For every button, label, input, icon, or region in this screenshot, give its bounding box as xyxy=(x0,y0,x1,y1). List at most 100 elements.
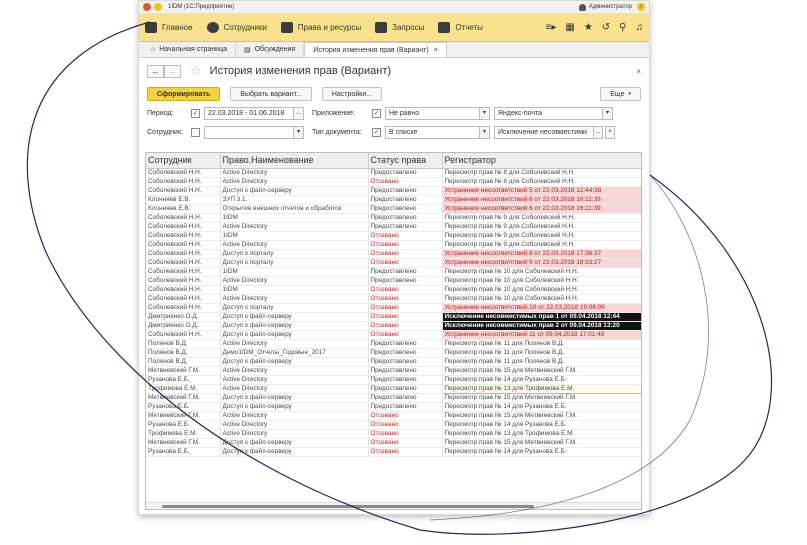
cell-right[interactable]: Active Directory xyxy=(220,384,369,394)
settings-button[interactable]: Настройки... xyxy=(321,87,382,101)
cell-status[interactable]: Предоставлено xyxy=(368,384,443,394)
chevron-down-icon[interactable]: ▾ xyxy=(603,107,613,120)
table-row[interactable]: Дмитриенко О.Д. Доступ к файл-серверу Отоз… xyxy=(146,312,641,322)
menu-item-rights[interactable]: Права и ресурсы xyxy=(280,22,361,33)
cell-right[interactable]: Открытие внешних отчетов и обработок xyxy=(220,204,369,214)
cell-right[interactable]: Доступ к файл-серверу xyxy=(220,438,369,448)
cell-status[interactable]: Отозвано xyxy=(368,438,443,448)
cell-status[interactable]: Предоставлено xyxy=(368,276,443,286)
cell-employee[interactable]: Соболевский Н.Н. xyxy=(146,276,221,286)
cell-employee[interactable]: Рузанова Е.Б. xyxy=(146,420,221,430)
cell-status[interactable]: Отозвано xyxy=(368,411,443,421)
cell-right[interactable]: Active Directory xyxy=(220,411,369,421)
cell-employee[interactable]: Клонняев Е.В. xyxy=(146,204,221,214)
table-row[interactable]: Полянов В.Д. Демо1IDM_Отчеты_Годовые_2017… xyxy=(146,348,641,358)
app-condition-field[interactable]: Не равно xyxy=(385,107,480,120)
menu-item-requests[interactable]: Запросы xyxy=(375,22,424,33)
cell-right[interactable]: Active Directory xyxy=(220,222,369,232)
table-row[interactable]: Соболевский Н.Н. Active Directory Предоста… xyxy=(146,222,641,232)
cell-right[interactable]: Доступ к порталу xyxy=(220,249,369,259)
cell-registrar[interactable]: Пересмотр прав № 10 для Соболевский Н.Н. xyxy=(442,276,641,286)
history-icon[interactable]: ↺ xyxy=(602,22,610,33)
menu-item-employees[interactable]: Сотрудники xyxy=(206,22,267,33)
cell-right[interactable]: Active Directory xyxy=(220,375,369,385)
cell-right[interactable]: Active Directory xyxy=(220,168,369,178)
cell-right[interactable]: 1IDM xyxy=(220,213,369,223)
table-row[interactable]: Соболевский Н.Н. Active Directory Отозвано… xyxy=(146,240,641,250)
chevron-down-icon[interactable]: ▾ xyxy=(294,126,304,139)
table-row[interactable]: Метвиевский Г.М. Доступ к файл-серверу Пре… xyxy=(146,393,641,403)
cell-status[interactable]: Отозвано xyxy=(368,321,443,331)
cell-status[interactable]: Предоставлено xyxy=(368,375,443,385)
cell-status[interactable]: Отозвано xyxy=(368,240,443,250)
table-row[interactable]: Метвиевский Г.М. Active Directory Предоста… xyxy=(146,366,641,376)
cell-employee[interactable]: Метвиевский Г.М. xyxy=(146,438,221,448)
cell-employee[interactable]: Соболевский Н.Н. xyxy=(146,222,221,232)
cell-employee[interactable]: Полянов В.Д. xyxy=(146,339,221,349)
cell-employee[interactable]: Трофимова Е.М. xyxy=(146,429,221,439)
table-row[interactable]: Соболевский Н.Н. Active Directory Предоста… xyxy=(146,168,641,178)
cell-status[interactable]: Предоставлено xyxy=(368,402,443,412)
cell-employee[interactable]: Соболевский Н.Н. xyxy=(146,168,221,178)
cell-right[interactable]: Доступ к файл-серверу xyxy=(220,402,369,412)
cell-registrar[interactable]: Устранение несоответствий 10 от 22.03.20… xyxy=(442,303,641,313)
cell-right[interactable]: Active Directory xyxy=(220,294,369,304)
cell-employee[interactable]: Метвиевский Г.М. xyxy=(146,366,221,376)
cell-employee[interactable]: Полянов В.Д. xyxy=(146,348,221,358)
doc-select-button[interactable]: ... xyxy=(594,126,603,139)
cell-right[interactable]: Доступ к порталу xyxy=(220,258,369,268)
cell-registrar[interactable]: Пересмотр прав № 11 для Полянов В.Д. xyxy=(442,357,641,367)
column-header-employee[interactable]: Сотрудник xyxy=(146,153,221,169)
cell-status[interactable]: Предоставлено xyxy=(368,357,443,367)
cell-status[interactable]: Отозвано xyxy=(368,249,443,259)
column-header-registrar[interactable]: Регистратор xyxy=(442,153,641,169)
cell-registrar[interactable]: Устранение несоответствий 6 от 22.03.201… xyxy=(442,204,641,214)
cell-status[interactable]: Отозвано xyxy=(368,312,443,322)
cell-employee[interactable]: Соболевский Н.Н. xyxy=(146,294,221,304)
cell-status[interactable]: Отозвано xyxy=(368,447,443,457)
table-row[interactable]: Трофимова Е.М. Active Directory Отозвано Пе… xyxy=(146,429,641,439)
employee-checkbox[interactable] xyxy=(191,128,200,137)
cell-right[interactable]: Active Directory xyxy=(220,429,369,439)
cell-registrar[interactable]: Пересмотр прав № 8 для Соболевский Н.Н. xyxy=(442,168,641,178)
cell-registrar[interactable]: Пересмотр прав № 10 для Соболевский Н.Н. xyxy=(442,285,641,295)
cell-employee[interactable]: Соболевский Н.Н. xyxy=(146,213,221,223)
cell-status[interactable]: Предоставлено xyxy=(368,213,443,223)
cell-status[interactable]: Отозвано xyxy=(368,303,443,313)
table-row[interactable]: Соболевский Н.Н. Active Directory Предоста… xyxy=(146,276,641,286)
search-icon[interactable]: ⚲ xyxy=(619,22,626,33)
cell-status[interactable]: Отозвано xyxy=(368,285,443,295)
cell-employee[interactable]: Соболевский Н.Н. xyxy=(146,330,221,340)
cell-right[interactable]: Доступ к файл-серверу xyxy=(220,321,369,331)
table-row[interactable]: Соболевский Н.Н. Доступ к порталу Отозвано… xyxy=(146,258,641,268)
cell-registrar[interactable]: Пересмотр прав № 11 для Полянов В.Д. xyxy=(442,348,641,358)
chevron-down-icon[interactable]: ▾ xyxy=(480,126,490,139)
cell-registrar[interactable]: Пересмотр прав № 14 для Рузанова Е.Б. xyxy=(442,402,641,412)
cell-registrar[interactable]: Пересмотр прав № 9 для Соболевский Н.Н. xyxy=(442,231,641,241)
cell-right[interactable]: Доступ к файл-серверу xyxy=(220,357,369,367)
cell-right[interactable]: ЗУП 3.1. xyxy=(220,195,369,205)
cell-right[interactable]: Active Directory xyxy=(220,240,369,250)
chevron-down-icon[interactable]: ▾ xyxy=(480,107,490,120)
menu-item-main[interactable]: Главное xyxy=(145,22,193,33)
cell-employee[interactable]: Рузанова Е.Б. xyxy=(146,375,221,385)
cell-right[interactable]: Доступ к файл-серверу xyxy=(220,330,369,340)
cell-employee[interactable]: Трофимова Е.М. xyxy=(146,384,221,394)
cell-right[interactable]: Доступ к файл-серверу xyxy=(220,447,369,457)
table-row[interactable]: Клонняев Е.В. ЗУП 3.1. Предоставлено Устран… xyxy=(146,195,641,205)
close-form-icon[interactable]: × xyxy=(636,67,641,76)
cell-registrar[interactable]: Пересмотр прав № 14 для Рузанова Е.Б. xyxy=(442,420,641,430)
table-row[interactable]: Соболевский Н.Н. Доступ к порталу Отозвано… xyxy=(146,249,641,259)
doc-type-checkbox[interactable]: ✓ xyxy=(372,128,381,137)
cell-status[interactable]: Отозвано xyxy=(368,429,443,439)
cell-status[interactable]: Предоставлено xyxy=(368,204,443,214)
cell-registrar[interactable]: Пересмотр прав № 9 для Соболевский Н.Н. xyxy=(442,213,641,223)
scrollbar-thumb[interactable] xyxy=(162,505,534,508)
cell-registrar[interactable]: Устранение несоответствий 9 от 22.03.201… xyxy=(442,258,641,268)
cell-right[interactable]: 1IDM xyxy=(220,267,369,277)
table-row[interactable]: Рузанова Е.Б. Доступ к файл-серверу Предос… xyxy=(146,402,641,412)
more-button[interactable]: Еще ▾ xyxy=(600,87,641,101)
cell-employee[interactable]: Дмитриенко О.Д. xyxy=(146,312,221,322)
cell-employee[interactable]: Метвиевский Г.М. xyxy=(146,393,221,403)
cell-registrar[interactable]: Устранение несоответствий 5 от 22.03.201… xyxy=(442,186,641,196)
